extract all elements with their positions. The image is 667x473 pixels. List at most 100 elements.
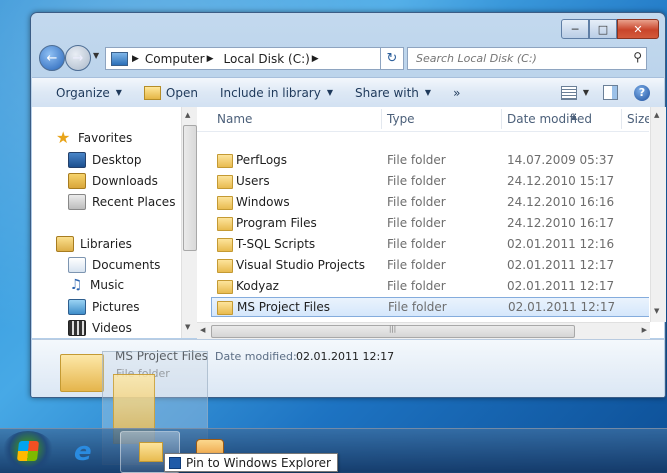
include-in-library-button[interactable]: Include in library ▼ [220, 86, 333, 100]
folder-icon [139, 442, 163, 462]
column-divider[interactable] [501, 109, 502, 129]
libraries-icon [56, 236, 74, 252]
help-icon[interactable]: ? [634, 84, 650, 101]
back-button[interactable]: ← [39, 45, 65, 71]
details-modified-value: 02.01.2011 12:17 [296, 350, 395, 363]
scroll-right-icon[interactable]: ▶ [642, 326, 647, 334]
column-divider[interactable] [621, 109, 622, 129]
file-type: File folder [388, 300, 447, 314]
nav-documents[interactable]: Documents [68, 257, 160, 273]
navigation-pane: ★ Favorites Desktop Downloads Recent Plac… [32, 107, 181, 338]
forward-button[interactable]: → [65, 45, 91, 71]
more-commands-button[interactable]: » [453, 86, 460, 100]
column-type[interactable]: Type [387, 112, 415, 126]
nav-videos[interactable]: Videos [68, 320, 132, 336]
nav-label: Videos [92, 321, 132, 335]
nav-label: Favorites [78, 131, 133, 145]
share-label: Share with [355, 85, 419, 100]
forward-arrow-icon: → [72, 50, 84, 66]
scroll-left-icon[interactable]: ◀ [200, 326, 205, 334]
file-list: Name Type ▲ Date modified Size PerfLogs … [197, 107, 649, 338]
file-type: File folder [387, 216, 446, 230]
column-size[interactable]: Size [627, 112, 649, 126]
star-icon: ★ [56, 128, 71, 147]
nav-libraries[interactable]: Libraries [56, 236, 132, 252]
nav-recent-places[interactable]: Recent Places [68, 194, 175, 210]
chevron-down-icon: ▼ [424, 88, 432, 97]
preview-pane-icon[interactable] [603, 85, 618, 100]
file-type: File folder [387, 195, 446, 209]
chevron-down-icon: ▼ [326, 88, 333, 97]
documents-icon [68, 257, 86, 273]
file-list-vertical-scrollbar[interactable]: ▲ ▼ [650, 107, 666, 322]
scroll-thumb[interactable] [183, 125, 197, 251]
search-box[interactable]: ⚲ [407, 47, 647, 70]
search-input[interactable] [414, 51, 618, 66]
file-name: Kodyaz [236, 279, 279, 293]
maximize-button[interactable]: □ [589, 19, 617, 39]
scroll-up-icon[interactable]: ▲ [654, 111, 659, 119]
file-row[interactable]: PerfLogs File folder 14.07.2009 05:37 [197, 150, 649, 170]
file-row[interactable]: Program Files File folder 24.12.2010 16:… [197, 213, 649, 233]
nav-scrollbar[interactable]: ▲ ▼ [181, 107, 197, 338]
organize-button[interactable]: Organize ▼ [56, 86, 122, 100]
file-row[interactable]: T-SQL Scripts File folder 02.01.2011 12:… [197, 234, 649, 254]
breadcrumb-separator[interactable]: ▶ [132, 54, 139, 64]
nav-label: Pictures [92, 300, 140, 314]
windows-logo-icon [16, 441, 40, 461]
share-with-button[interactable]: Share with ▼ [355, 86, 431, 100]
nav-label: Music [90, 278, 125, 292]
nav-music[interactable]: ♫ Music [68, 278, 124, 292]
nav-favorites[interactable]: ★ Favorites [56, 128, 133, 147]
column-divider[interactable] [381, 109, 382, 129]
change-view-icon[interactable] [560, 85, 577, 100]
nav-downloads[interactable]: Downloads [68, 173, 158, 189]
scroll-grip-icon: ||| [389, 325, 397, 333]
folder-icon [217, 259, 233, 273]
file-list-horizontal-scrollbar[interactable]: ◀ ||| ▶ [197, 322, 650, 339]
file-row[interactable]: Windows File folder 24.12.2010 16:16 [197, 192, 649, 212]
view-options-dropdown-icon[interactable]: ▼ [583, 88, 589, 97]
explorer-window: ─ □ ✕ ← → ▼ ▶ Computer ▶ Local Disk (C:)… [30, 12, 666, 398]
pictures-icon [68, 299, 86, 315]
scroll-down-icon[interactable]: ▼ [185, 323, 190, 331]
folder-icon [217, 217, 233, 231]
folder-icon [217, 175, 233, 189]
file-date: 14.07.2009 05:37 [507, 153, 615, 167]
file-date: 02.01.2011 12:16 [507, 237, 615, 251]
file-type: File folder [387, 174, 446, 188]
minimize-button[interactable]: ─ [561, 19, 589, 39]
file-row[interactable]: Kodyaz File folder 02.01.2011 12:17 [197, 276, 649, 296]
internet-explorer-icon[interactable]: e [74, 437, 102, 467]
music-note-icon: ♫ [69, 277, 83, 293]
nav-desktop[interactable]: Desktop [68, 152, 142, 168]
column-date-modified[interactable]: Date modified [507, 112, 592, 126]
column-name[interactable]: Name [217, 112, 252, 126]
nav-label: Downloads [92, 174, 158, 188]
nav-pictures[interactable]: Pictures [68, 299, 140, 315]
file-row[interactable]: Users File folder 24.12.2010 15:17 [197, 171, 649, 191]
folder-icon [217, 196, 233, 210]
refresh-button[interactable]: ↻ [380, 47, 404, 70]
folder-open-icon [143, 85, 161, 100]
recent-pages-dropdown[interactable]: ▼ [93, 51, 99, 60]
breadcrumb-label: Local Disk (C:) [223, 51, 310, 66]
file-row[interactable]: Visual Studio Projects File folder 02.01… [197, 255, 649, 275]
magnifier-icon[interactable]: ⚲ [633, 50, 642, 64]
file-name: Visual Studio Projects [236, 258, 365, 272]
breadcrumb-computer[interactable]: Computer ▶ [145, 52, 220, 66]
scroll-up-icon[interactable]: ▲ [185, 111, 190, 119]
start-button[interactable] [2, 431, 54, 471]
nav-label: Recent Places [92, 195, 176, 209]
address-bar[interactable]: ▶ Computer ▶ Local Disk (C:) ▶ ▼ [105, 47, 403, 70]
breadcrumb-separator[interactable]: ▶ [312, 54, 319, 64]
folder-icon [217, 301, 233, 315]
breadcrumb-local-disk[interactable]: Local Disk (C:) ▶ [224, 52, 325, 66]
file-row-selected[interactable]: MS Project Files File folder 02.01.2011 … [211, 297, 649, 317]
open-button[interactable]: Open [143, 85, 198, 100]
file-date: 02.01.2011 12:17 [507, 258, 615, 272]
scroll-down-icon[interactable]: ▼ [654, 307, 659, 315]
back-arrow-icon: ← [46, 50, 58, 66]
breadcrumb-separator[interactable]: ▶ [207, 54, 214, 64]
close-button[interactable]: ✕ [617, 19, 659, 39]
